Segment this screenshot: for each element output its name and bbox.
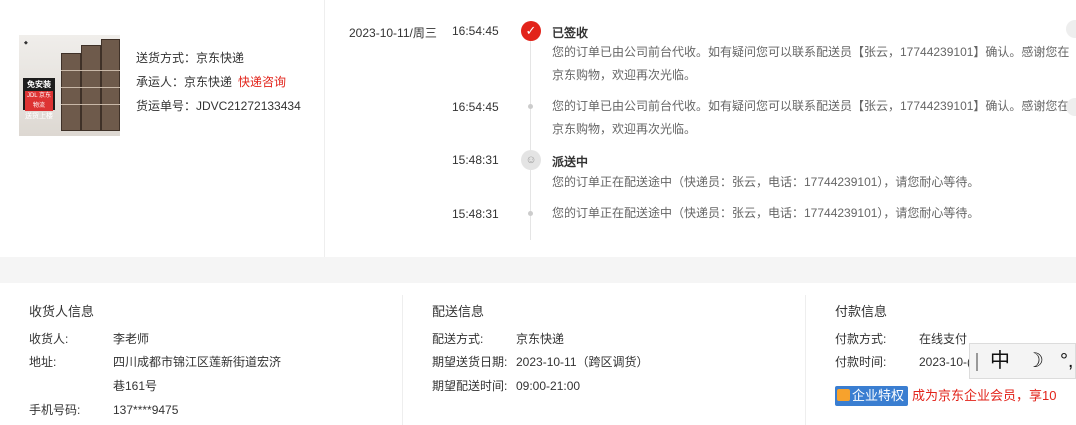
carrier-row: 承运人：京东快递 快递咨询 [136, 70, 301, 94]
delivery-date-value: 2023-10-11（跨区调货） [516, 355, 649, 369]
enterprise-privilege-button[interactable]: 企业特权 [835, 386, 909, 406]
timeline-time: 16:54:45 [452, 100, 499, 114]
carrier-label: 承运人：京东快递 [136, 75, 233, 89]
payment-time-row: 付款时间: 2023-10-( [835, 355, 972, 369]
gift-icon [837, 389, 850, 401]
ime-language-toggle[interactable]: 中 [990, 350, 1010, 372]
product-thumbnail[interactable]: ◆ 免安装 JDL 京东物流 送货上楼 [19, 35, 120, 136]
enterprise-promo-link[interactable]: 成为京东企业会员，享10 [912, 388, 1056, 403]
shipping-details: 送货方式：京东快递 承运人：京东快递 快递咨询 货运单号：JDVC21272133… [136, 46, 301, 118]
enterprise-promo: 企业特权 成为京东企业会员，享10 [835, 385, 1056, 406]
delivery-info: 配送信息 配送方式: 京东快递 期望送货日期: 2023-10-11（跨区调货） 期… [432, 283, 792, 425]
timeline-description: 您的订单已由公司前台代收。如有疑问您可以联系配送员【张云，17744239101… [552, 99, 1070, 136]
receiver-address: 四川成都市锦江区莲新街道宏济 [113, 355, 282, 369]
brand-logo: ◆ [24, 40, 28, 46]
receiver-phone: 137****9475 [113, 403, 179, 417]
timeline-status-delivering: 派送中 [552, 155, 589, 169]
timeline-time: 15:48:31 [452, 207, 499, 221]
delivery-time-value: 09:00-21:00 [516, 379, 581, 393]
delivery-person-icon: ☺ [521, 150, 541, 170]
moon-icon[interactable]: ☽ [1026, 350, 1044, 372]
courier-consult-link[interactable]: 快递咨询 [238, 75, 286, 89]
payment-time-value: 2023-10-( [919, 355, 972, 369]
order-info-section: 收货人信息 收货人: 李老师 地址: 四川成都市锦江区莲新街道宏济 巷161号 手机… [0, 283, 1076, 425]
delivery-date-row: 期望送货日期: 2023-10-11（跨区调货） [432, 355, 649, 369]
section-divider [0, 257, 1076, 283]
delivery-title: 配送信息 [432, 304, 485, 319]
timeline-description: 您的订单已由公司前台代收。如有疑问您可以联系配送员【张云，17744239101… [552, 45, 1070, 82]
punctuation-toggle[interactable]: °, [1060, 350, 1074, 372]
receiver-address-row: 地址: 四川成都市锦江区莲新街道宏济 [29, 355, 282, 369]
delivery-method: 送货方式：京东快递 [136, 51, 245, 65]
product-promo-badge: 免安装 JDL 京东物流 送货上楼 [23, 78, 55, 120]
tracking-timeline: 2023-10-11/周三 16:54:45 ✓ 已签收 您的订单已由公司前台代… [325, 0, 1076, 257]
timeline-status-signed: 已签收 [552, 26, 589, 40]
shipment-summary: ◆ 免安装 JDL 京东物流 送货上楼 送货方式：京东快递 承运人：京东快递 快递… [0, 0, 325, 257]
payment-title: 付款信息 [835, 304, 888, 319]
timeline-description: 您的订单正在配送途中（快递员：张云，电话：17744239101），请您耐心等待… [552, 175, 980, 189]
ime-toolbar[interactable]: 中 ☽ °, [969, 343, 1076, 379]
receiver-name-row: 收货人: 李老师 [29, 332, 150, 346]
drag-handle-icon[interactable] [976, 353, 978, 371]
receiver-title: 收货人信息 [29, 304, 95, 319]
payment-method-value: 在线支付 [919, 332, 968, 346]
timeline-time: 16:54:45 [452, 24, 499, 38]
delivery-method-row: 配送方式: 京东快递 [432, 332, 565, 346]
logistics-panel: ◆ 免安装 JDL 京东物流 送货上楼 送货方式：京东快递 承运人：京东快递 快递… [0, 0, 1076, 257]
timeline-time: 15:48:31 [452, 153, 499, 167]
tracking-number: 货运单号：JDVC21272133434 [136, 99, 301, 113]
scroll-handle[interactable] [1066, 20, 1076, 38]
delivery-time-row: 期望配送时间: 09:00-21:00 [432, 379, 581, 393]
check-icon: ✓ [521, 21, 541, 41]
receiver-name: 李老师 [113, 332, 150, 346]
payment-method-row: 付款方式: 在线支付 [835, 332, 968, 346]
receiver-phone-row: 手机号码: 137****9475 [29, 403, 179, 417]
timeline-description: 您的订单正在配送途中（快递员：张云，电话：17744239101），请您耐心等待… [552, 206, 980, 220]
timeline-dot [528, 211, 533, 216]
receiver-info: 收货人信息 收货人: 李老师 地址: 四川成都市锦江区莲新街道宏济 巷161号 手机… [29, 283, 389, 425]
column-divider [805, 295, 806, 425]
timeline-dot [528, 104, 533, 109]
receiver-address-line2: 巷161号 [113, 379, 158, 393]
timeline-line [530, 40, 531, 240]
delivery-method-value: 京东快递 [516, 332, 565, 346]
column-divider [402, 295, 403, 425]
timeline-date: 2023-10-11/周三 [349, 26, 437, 40]
